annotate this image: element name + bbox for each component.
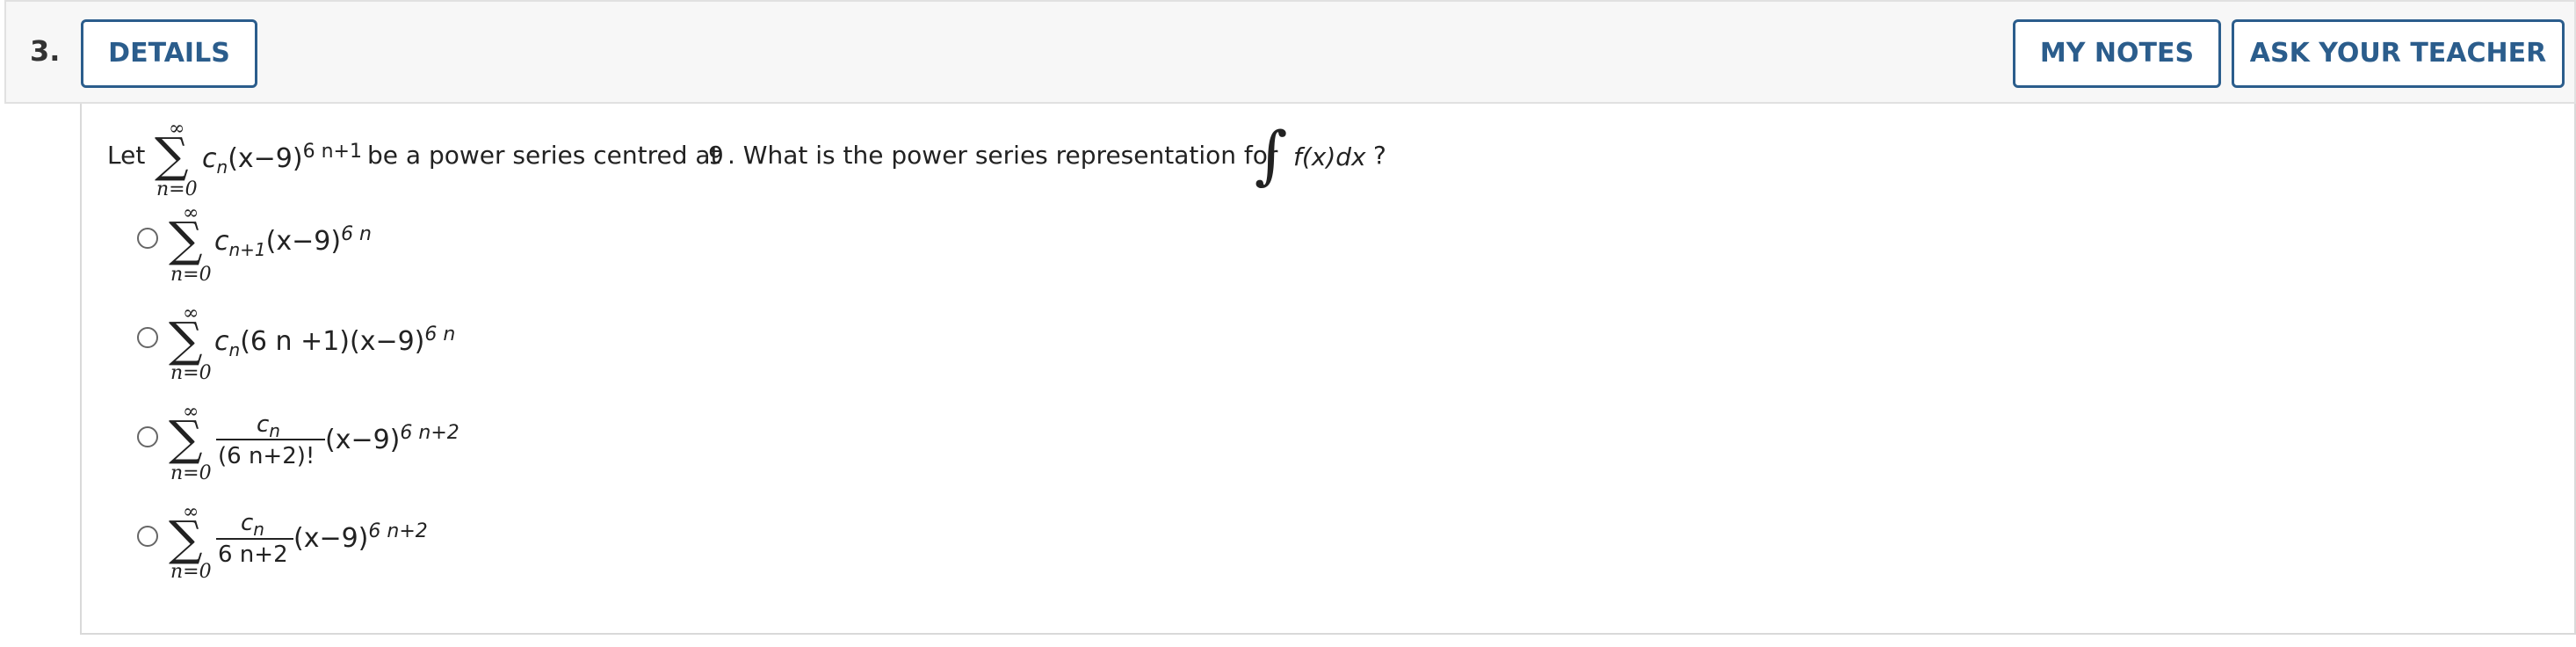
- stem-sum-lower: n=0: [156, 178, 198, 200]
- option-4-numerator: cn: [241, 510, 264, 540]
- option-1-coef: c: [214, 226, 229, 257]
- stem-exponent: 6 n+1: [302, 141, 362, 163]
- option-1-base: (x−9): [265, 226, 342, 257]
- option-2-coef-sub: n: [228, 339, 241, 360]
- option-2-coef: c: [214, 326, 229, 357]
- option-3-fraction-bar: [216, 439, 325, 440]
- my-notes-button[interactable]: MY NOTES: [2013, 19, 2221, 88]
- stem-be-text: be a power series centred at: [367, 141, 720, 170]
- option-3-radio[interactable]: [137, 426, 158, 447]
- option-3-denominator: (6 n+2)!: [218, 443, 315, 469]
- question-header: 3. DETAILS MY NOTES ASK YOUR TEACHER: [4, 0, 2576, 104]
- option-2-sum-lower: n=0: [170, 362, 212, 384]
- stem-sigma-symbol: ∑: [155, 127, 189, 183]
- option-2-exponent: 6 n: [424, 324, 456, 345]
- stem-coef-sub: n: [216, 156, 228, 178]
- option-4-radio[interactable]: [137, 526, 158, 547]
- option-4-power: (x−9)6 n+2: [293, 520, 428, 554]
- option-2-term: cn(6 n +1)(x−9)6 n: [214, 324, 455, 360]
- option-2-base: (x−9): [350, 326, 425, 357]
- option-4-denominator: 6 n+2: [218, 542, 288, 568]
- option-1-exponent: 6 n: [341, 223, 372, 245]
- option-4-fraction-bar: [216, 538, 293, 540]
- option-4-num-sub: n: [253, 519, 264, 541]
- option-3-sum-lower: n=0: [170, 462, 212, 484]
- stem-question-text: . What is the power series representatio…: [727, 141, 1278, 170]
- stem-series-term: cn(x−9)6 n+1: [202, 141, 362, 178]
- question-number: 3.: [30, 34, 61, 68]
- option-2-radio[interactable]: [137, 327, 158, 348]
- stem-question-mark: ?: [1373, 141, 1386, 170]
- stem-let: Let: [107, 141, 146, 170]
- option-3-sigma-symbol: ∑: [169, 411, 203, 466]
- option-3-numerator: cn: [257, 411, 280, 441]
- stem-coef: c: [202, 143, 217, 174]
- option-3-base: (x−9): [325, 425, 401, 455]
- option-2-sigma-symbol: ∑: [169, 312, 203, 367]
- option-4-sigma-symbol: ∑: [169, 511, 203, 566]
- option-3-power: (x−9)6 n+2: [325, 422, 459, 455]
- stem-integrand: f(x)dx: [1293, 142, 1366, 171]
- stem-base: (x−9): [228, 143, 303, 174]
- stem-center: 9: [708, 141, 724, 170]
- option-2-factor: (6 n +1): [240, 326, 350, 357]
- ask-your-teacher-button[interactable]: ASK YOUR TEACHER: [2232, 19, 2565, 88]
- option-1-radio[interactable]: [137, 228, 158, 249]
- option-1-sigma-symbol: ∑: [169, 212, 203, 267]
- option-1-sum-lower: n=0: [170, 264, 212, 286]
- option-3-exponent: 6 n+2: [400, 422, 459, 444]
- option-1-coef-sub: n+1: [228, 239, 266, 260]
- option-4-exponent: 6 n+2: [368, 520, 428, 542]
- option-1-term: cn+1(x−9)6 n: [214, 223, 372, 260]
- details-button[interactable]: DETAILS: [81, 19, 257, 88]
- option-3-num: c: [257, 411, 270, 438]
- option-4-num: c: [241, 510, 254, 536]
- question-panel: [80, 104, 2576, 635]
- option-4-base: (x−9): [293, 523, 369, 554]
- integral-symbol: ∫: [1255, 118, 1288, 192]
- option-4-sum-lower: n=0: [170, 561, 212, 583]
